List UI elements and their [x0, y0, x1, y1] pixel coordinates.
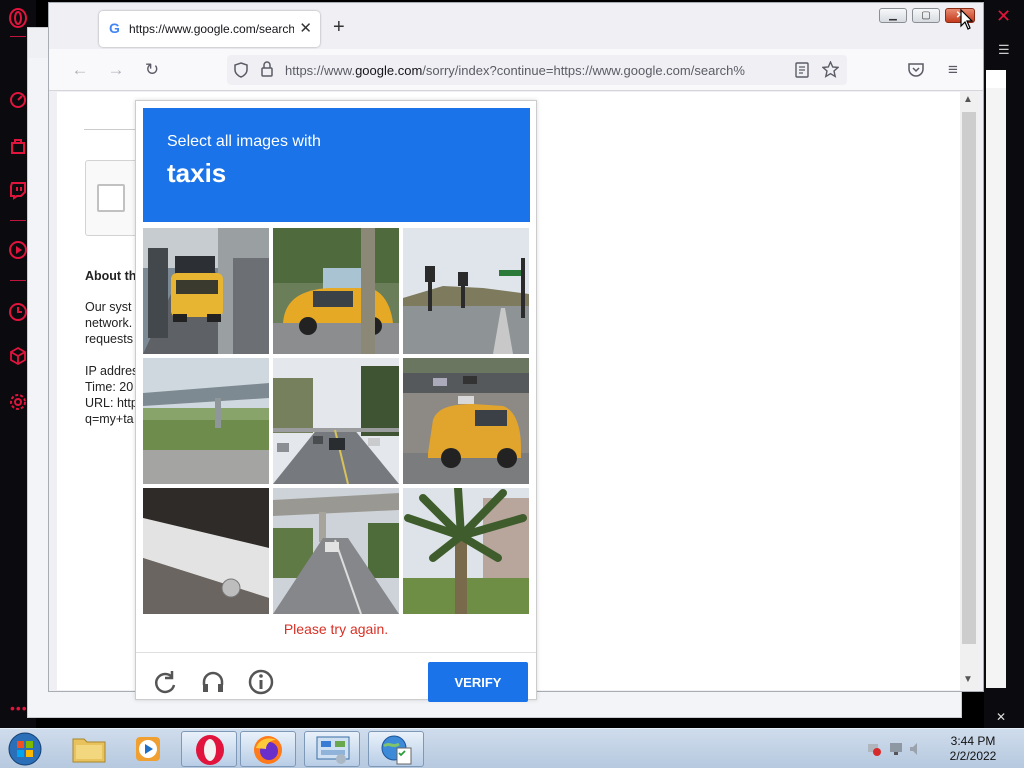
media-player-icon: [136, 737, 160, 761]
opera-easy-setup-icon[interactable]: ☰: [998, 42, 1010, 58]
ip-address-line: IP addres: [85, 364, 139, 378]
clock-date: 2/2/2022: [949, 749, 997, 763]
minimize-icon: ▁: [889, 10, 897, 21]
more-dots-icon[interactable]: •••: [10, 700, 28, 716]
url-bar[interactable]: https://www.google.com/sorry/index?conti…: [227, 55, 847, 85]
hamburger-menu-icon[interactable]: ≡: [944, 61, 962, 79]
maximize-button[interactable]: ▢: [912, 8, 940, 23]
tile-traffic-lights-road[interactable]: [403, 228, 529, 354]
url-path: /sorry/index?continue=https://www.google…: [422, 63, 745, 78]
taskbar-control-panel[interactable]: [304, 731, 360, 767]
shopping-bag-icon[interactable]: [8, 136, 28, 156]
about-heading: About th: [85, 269, 137, 283]
recaptcha-checkbox[interactable]: [97, 184, 125, 212]
network-icon[interactable]: [888, 741, 904, 757]
volume-icon[interactable]: [908, 741, 924, 757]
challenge-keyword: taxis: [167, 158, 227, 188]
taskbar-file-explorer[interactable]: [62, 731, 118, 767]
twitch-icon[interactable]: [8, 180, 28, 200]
forward-arrow-icon[interactable]: →: [107, 61, 125, 79]
query-line: q=my+ta: [85, 412, 134, 426]
tile-taxi-street-rear[interactable]: [143, 228, 269, 354]
audio-challenge-icon[interactable]: [200, 669, 226, 695]
scrollbar-thumb[interactable]: [962, 112, 976, 644]
url-text: https://www.google.com/sorry/index?conti…: [285, 63, 785, 78]
tile-road-with-cars[interactable]: [273, 358, 399, 484]
url-prefix: https://www.: [285, 63, 356, 78]
challenge-header: Select all images with taxis: [143, 108, 530, 222]
tile-overpass-road[interactable]: [273, 488, 399, 614]
tab-title: https://www.google.com/search: [129, 22, 294, 36]
error-message: Please try again.: [283, 621, 389, 637]
back-arrow-icon[interactable]: ←: [71, 61, 89, 79]
maximize-icon: ▢: [921, 10, 931, 21]
image-grid: [143, 228, 530, 615]
recaptcha-challenge: Select all images with taxis Please try …: [135, 100, 537, 702]
firefox-icon: [254, 736, 282, 764]
footer-divider: [136, 652, 536, 653]
info-icon[interactable]: [248, 669, 274, 695]
reader-view-icon[interactable]: [795, 62, 809, 78]
tab-google-sorry[interactable]: G https://www.google.com/search ✕: [99, 11, 320, 47]
tile-bus-side[interactable]: [143, 488, 269, 614]
time-line: Time: 20: [85, 380, 134, 394]
history-icon[interactable]: [8, 302, 28, 322]
tab-bar: G https://www.google.com/search ✕ + ▁ ▢ …: [49, 3, 983, 49]
lock-icon[interactable]: [260, 61, 274, 78]
taskbar-opera[interactable]: [181, 731, 237, 767]
taskbar: 3:44 PM 2/2/2022: [0, 728, 1024, 768]
about-text-line-2: network.: [85, 316, 133, 330]
url-line: URL: http: [85, 396, 138, 410]
scroll-down-icon[interactable]: ▼: [963, 674, 973, 685]
mouse-cursor-icon: [960, 9, 974, 30]
reload-icon[interactable]: ↻: [143, 61, 161, 79]
tracking-shield-icon[interactable]: [233, 62, 249, 78]
bookmark-star-icon[interactable]: [822, 61, 839, 78]
settings-gear-icon[interactable]: [8, 392, 28, 412]
opera-logo-icon[interactable]: [8, 8, 28, 28]
speed-dial-icon[interactable]: [8, 90, 28, 110]
google-favicon-icon: G: [109, 20, 120, 36]
page-scrollbar[interactable]: ▲ ▼: [960, 92, 978, 690]
opera-close-icon[interactable]: ✕: [996, 6, 1011, 27]
new-tab-button[interactable]: +: [333, 17, 345, 37]
action-center-flag-icon[interactable]: [866, 741, 882, 757]
reload-challenge-icon[interactable]: [152, 669, 178, 695]
opera-close-small-icon[interactable]: ✕: [996, 710, 1006, 724]
player-icon[interactable]: [8, 240, 28, 260]
minimize-button[interactable]: ▁: [879, 8, 907, 23]
challenge-instruction: Select all images with: [167, 133, 321, 150]
tile-palm-tree[interactable]: [403, 488, 529, 614]
start-button[interactable]: [2, 731, 48, 767]
windows-start-icon: [8, 732, 42, 766]
scroll-up-icon[interactable]: ▲: [963, 94, 973, 105]
taskbar-firefox[interactable]: [240, 731, 296, 767]
tile-taxi-side-view[interactable]: [273, 228, 399, 354]
system-tray: [862, 739, 922, 759]
taskbar-media-player[interactable]: [121, 731, 177, 767]
navigation-toolbar: ← → ↻ https://www.google.com/sorry/index…: [49, 49, 983, 91]
clock-time: 3:44 PM: [950, 734, 996, 748]
about-text-line-3: requests: [85, 332, 133, 346]
taskbar-clock[interactable]: 3:44 PM 2/2/2022: [930, 734, 1016, 764]
pocket-icon[interactable]: [908, 62, 924, 77]
opera-window-edge: ✕ ☰ ✕: [984, 0, 1024, 728]
about-text-line-1: Our syst: [85, 300, 132, 314]
tile-taxi-suv-intersection[interactable]: [403, 358, 529, 484]
taskbar-task-manager[interactable]: [368, 731, 424, 767]
globe-checklist-icon: [381, 735, 412, 765]
url-domain: google.com: [355, 63, 423, 78]
verify-button[interactable]: VERIFY: [428, 662, 528, 702]
tile-overpass-hedge[interactable]: [143, 358, 269, 484]
extensions-cube-icon[interactable]: [8, 346, 28, 366]
control-panel-icon: [316, 736, 350, 764]
tab-close-icon[interactable]: ✕: [299, 19, 312, 37]
folder-icon: [72, 738, 106, 763]
opera-icon: [196, 735, 224, 765]
